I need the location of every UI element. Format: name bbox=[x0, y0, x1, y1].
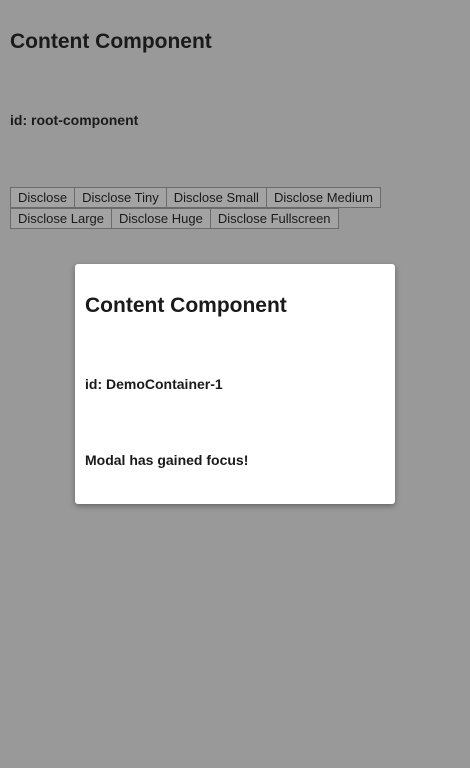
disclose-button[interactable]: Disclose bbox=[10, 187, 76, 208]
modal-title: Content Component bbox=[85, 294, 287, 317]
disclose-large-button[interactable]: Disclose Large bbox=[10, 208, 112, 229]
page-title: Content Component bbox=[10, 30, 212, 53]
disclose-small-button[interactable]: Disclose Small bbox=[165, 187, 267, 208]
modal-id-label: id: DemoContainer-1 bbox=[85, 376, 223, 392]
modal-dialog: Content Component id: DemoContainer-1 Mo… bbox=[75, 264, 395, 504]
disclose-medium-button[interactable]: Disclose Medium bbox=[265, 187, 381, 208]
disclose-button-bar: Disclose Disclose Tiny Disclose Small Discl… bbox=[10, 187, 410, 229]
root-id-label: id: root-component bbox=[10, 112, 139, 128]
modal-status-message: Modal has gained focus! bbox=[85, 452, 249, 468]
disclose-huge-button[interactable]: Disclose Huge bbox=[111, 208, 211, 229]
disclose-tiny-button[interactable]: Disclose Tiny bbox=[74, 187, 167, 208]
disclose-fullscreen-button[interactable]: Disclose Fullscreen bbox=[209, 208, 339, 229]
